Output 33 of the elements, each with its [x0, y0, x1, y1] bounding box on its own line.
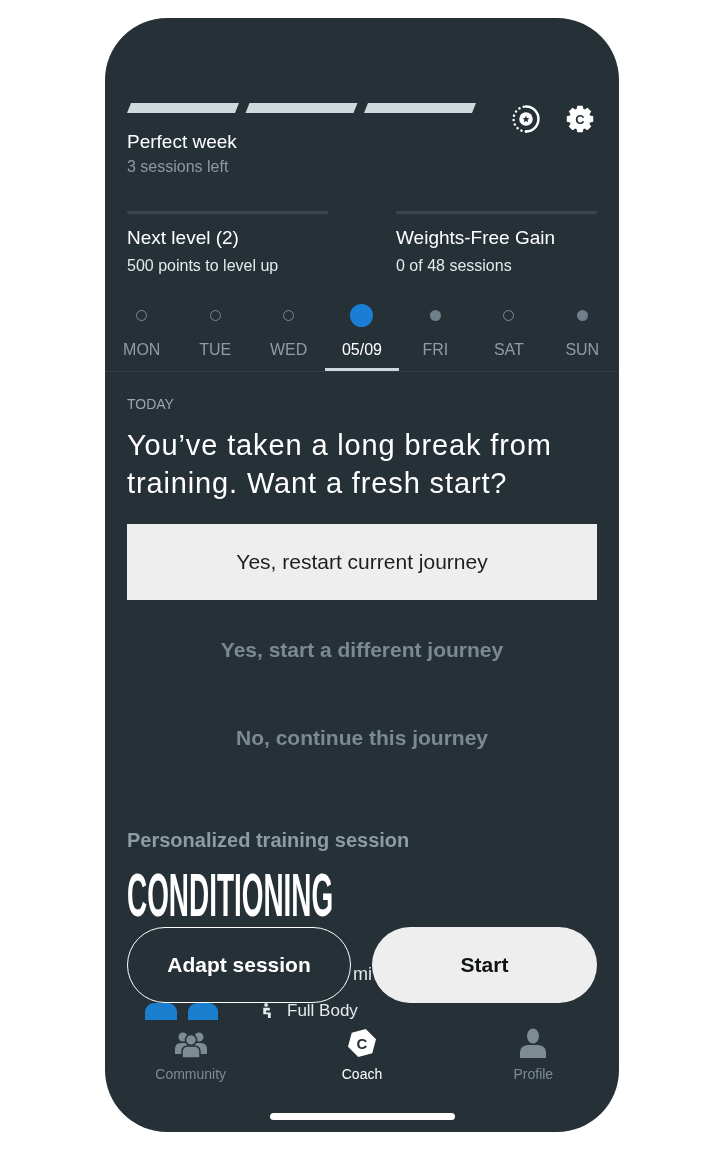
option-button[interactable]: No, continue this journey [236, 725, 488, 751]
day-tab[interactable]: FRI [398, 303, 473, 371]
hexagon-logo-icon: C [347, 1028, 377, 1058]
focus-text: Full Body [287, 1002, 358, 1019]
option-button[interactable]: Yes, restart current journey [127, 524, 597, 600]
section-label: TODAY [127, 395, 174, 413]
progress-title: Weights-Free Gain [396, 226, 556, 250]
ring-star-icon[interactable] [512, 105, 540, 133]
day-tab[interactable]: MON [105, 303, 179, 371]
day-tab[interactable]: WED [251, 303, 326, 371]
gear-icon[interactable]: C [566, 105, 594, 133]
week-title: Perfect week [127, 130, 237, 154]
sessions-left-text: 3 sessions left [127, 157, 229, 177]
primary-button[interactable]: Start [372, 927, 597, 1003]
secondary-button[interactable]: Adapt session [127, 927, 351, 1003]
tab-bar-item[interactable]: Profile [447, 1028, 619, 1083]
session-title: CONDITIONING [127, 864, 334, 926]
option-button[interactable]: Yes, start a different journey [220, 637, 504, 663]
day-tab[interactable]: 05/09 [325, 303, 399, 371]
section-label: Personalized training session [127, 828, 410, 853]
person-icon [519, 1028, 548, 1058]
body-icon [262, 1003, 272, 1018]
progress-detail: 0 of 48 sessions [396, 256, 512, 276]
prompt-heading: You’ve taken a long break from training. Want a fresh start? [127, 428, 553, 501]
day-tab[interactable]: TUE [178, 303, 252, 371]
day-tab[interactable]: SAT [472, 303, 546, 371]
tab-bar-item[interactable]: C Coach [276, 1028, 448, 1083]
progress-title: Next level (2) [127, 226, 239, 250]
progress-detail: 500 points to level up [127, 256, 279, 276]
tab-bar-item[interactable]: Community [105, 1028, 277, 1083]
people-icon [174, 1030, 207, 1058]
day-tab[interactable]: SUN [545, 303, 619, 371]
duration-text: mi [353, 963, 372, 986]
